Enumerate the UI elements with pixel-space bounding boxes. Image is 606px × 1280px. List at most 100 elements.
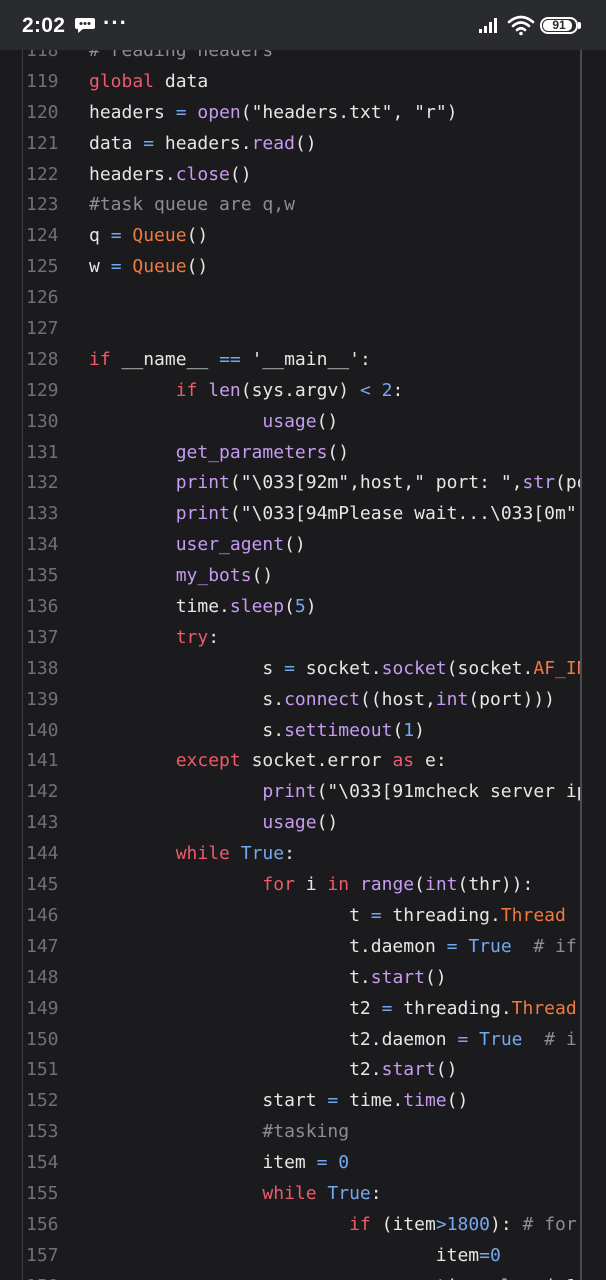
code-line[interactable]: 122 headers.close() — [0, 160, 606, 191]
code-line[interactable]: 145 for i in range(int(thr)): — [0, 870, 606, 901]
code-line[interactable]: 156 if (item>1800): # for — [0, 1210, 606, 1241]
code-token: 0 — [489, 1244, 501, 1266]
code-text[interactable]: item = 0 — [89, 1148, 349, 1179]
line-number: 146 — [26, 904, 59, 926]
code-text[interactable]: while True: — [89, 839, 295, 870]
code-line[interactable]: 147 t.daemon = True # if — [0, 932, 606, 963]
battery-icon: 91 — [540, 17, 578, 34]
line-number: 157 — [26, 1244, 59, 1266]
code-text[interactable]: user_agent() — [89, 530, 306, 561]
code-text[interactable]: print("\033[92m",host," port: ",str(port — [89, 468, 606, 499]
code-line[interactable]: 130 usage() — [0, 407, 606, 438]
code-text[interactable]: global data — [89, 67, 208, 98]
code-text[interactable]: #tasking — [89, 1117, 349, 1148]
code-line[interactable]: 158 time.sleep(.1) — [0, 1272, 606, 1280]
code-token: close — [175, 163, 230, 185]
code-text[interactable]: try: — [89, 623, 219, 654]
code-token: except — [175, 750, 241, 772]
code-line[interactable]: 119 global data — [0, 67, 606, 98]
code-token: str — [522, 472, 556, 494]
code-text[interactable]: time.sleep(5) — [89, 592, 317, 623]
code-text[interactable]: t2 = threading.Thread — [89, 994, 577, 1025]
code-line[interactable]: 132 print("\033[92m",host," port: ",str(… — [0, 468, 606, 499]
code-line[interactable]: 140 s.settimeout(1) — [0, 716, 606, 747]
code-text[interactable]: start = time.time() — [89, 1086, 468, 1117]
code-line[interactable]: 137 try: — [0, 623, 606, 654]
code-lines[interactable]: 118 # reading headers 119 global data 120 hea… — [0, 36, 606, 1280]
code-text[interactable]: print("\033[94mPlease wait...\033[0m") — [89, 499, 588, 530]
code-text[interactable]: headers = open("headers.txt", "r") — [89, 98, 458, 129]
code-text[interactable]: data = headers.read() — [89, 129, 317, 160]
code-text[interactable]: s.connect((host,int(port))) — [89, 685, 555, 716]
code-line[interactable]: 131 get_parameters() — [0, 438, 606, 469]
code-text[interactable]: t2.daemon = True # i — [89, 1025, 577, 1056]
code-line[interactable]: 144 while True: — [0, 839, 606, 870]
code-text[interactable]: my_bots() — [89, 561, 274, 592]
code-text[interactable]: print("\033[91mcheck server ip — [89, 777, 587, 808]
line-number: 149 — [26, 997, 59, 1019]
code-text[interactable]: get_parameters() — [89, 438, 349, 469]
code-line[interactable]: 128 if __name__ == '__main__': — [0, 345, 606, 376]
code-text[interactable]: q = Queue() — [89, 221, 208, 252]
code-text[interactable]: if (item>1800): # for — [89, 1210, 577, 1241]
code-line[interactable]: 121 data = headers.read() — [0, 129, 606, 160]
code-text[interactable]: headers.close() — [89, 160, 252, 191]
code-line[interactable]: 151 t2.start() — [0, 1055, 606, 1086]
code-line[interactable]: 138 s = socket.socket(socket.AF_INET — [0, 654, 606, 685]
code-line[interactable]: 141 except socket.error as e: — [0, 746, 606, 777]
code-line[interactable]: 120 headers = open("headers.txt", "r") — [0, 98, 606, 129]
code-line[interactable]: 153 #tasking — [0, 1117, 606, 1148]
code-line[interactable]: 136 time.sleep(5) — [0, 592, 606, 623]
code-line[interactable]: 133 print("\033[94mPlease wait...\033[0m… — [0, 499, 606, 530]
code-text[interactable]: if __name__ == '__main__': — [89, 345, 371, 376]
code-line[interactable]: 143 usage() — [0, 808, 606, 839]
code-line[interactable]: 139 s.connect((host,int(port))) — [0, 685, 606, 716]
code-text[interactable]: usage() — [89, 407, 338, 438]
code-line[interactable]: 157 item=0 — [0, 1241, 606, 1272]
code-text[interactable]: usage() — [89, 808, 338, 839]
code-text[interactable]: item=0 — [89, 1241, 501, 1272]
code-text[interactable]: for i in range(int(thr)): — [89, 870, 533, 901]
code-line[interactable]: 142 print("\033[91mcheck server ip — [0, 777, 606, 808]
code-token: (thr)): — [457, 874, 534, 896]
code-line[interactable]: 154 item = 0 — [0, 1148, 606, 1179]
code-text[interactable]: if len(sys.argv) < 2: — [89, 376, 404, 407]
code-line[interactable]: 124 q = Queue() — [0, 221, 606, 252]
code-line[interactable]: 146 t = threading.Thread — [0, 901, 606, 932]
code-text[interactable]: #task queue are q,w — [89, 190, 295, 221]
code-token: int — [435, 688, 469, 710]
code-token: () — [294, 132, 317, 154]
code-line[interactable]: 125 w = Queue() — [0, 252, 606, 283]
code-text[interactable]: t2.start() — [89, 1055, 457, 1086]
code-text[interactable]: while True: — [89, 1179, 381, 1210]
code-text[interactable]: s = socket.socket(socket.AF_INET — [89, 654, 606, 685]
code-line[interactable]: 149 t2 = threading.Thread — [0, 994, 606, 1025]
line-number: 120 — [26, 101, 59, 123]
code-editor[interactable]: 118 # reading headers 119 global data 120 hea… — [0, 0, 606, 1280]
code-text[interactable]: t.start() — [89, 963, 447, 994]
code-token: == — [219, 348, 241, 370]
code-text[interactable]: except socket.error as e: — [89, 746, 447, 777]
code-line[interactable]: 135 my_bots() — [0, 561, 606, 592]
code-line[interactable]: 129 if len(sys.argv) < 2: — [0, 376, 606, 407]
code-line[interactable]: 155 while True: — [0, 1179, 606, 1210]
code-line[interactable]: 134 user_agent() — [0, 530, 606, 561]
code-line[interactable]: 123 #task queue are q,w — [0, 190, 606, 221]
code-text[interactable]: time.sleep(.1) — [89, 1272, 588, 1280]
code-line[interactable]: 152 start = time.time() — [0, 1086, 606, 1117]
code-line[interactable]: 150 t2.daemon = True # i — [0, 1025, 606, 1056]
code-text[interactable]: t = threading.Thread — [89, 901, 566, 932]
code-line[interactable]: 126 — [0, 283, 606, 314]
code-text[interactable]: t.daemon = True # if — [89, 932, 577, 963]
code-text[interactable]: s.settimeout(1) — [89, 716, 425, 747]
code-token: usage — [262, 812, 317, 834]
code-line[interactable]: 148 t.start() — [0, 963, 606, 994]
code-line[interactable]: 127 — [0, 314, 606, 345]
code-text[interactable]: w = Queue() — [89, 252, 208, 283]
code-token: try — [175, 626, 209, 648]
